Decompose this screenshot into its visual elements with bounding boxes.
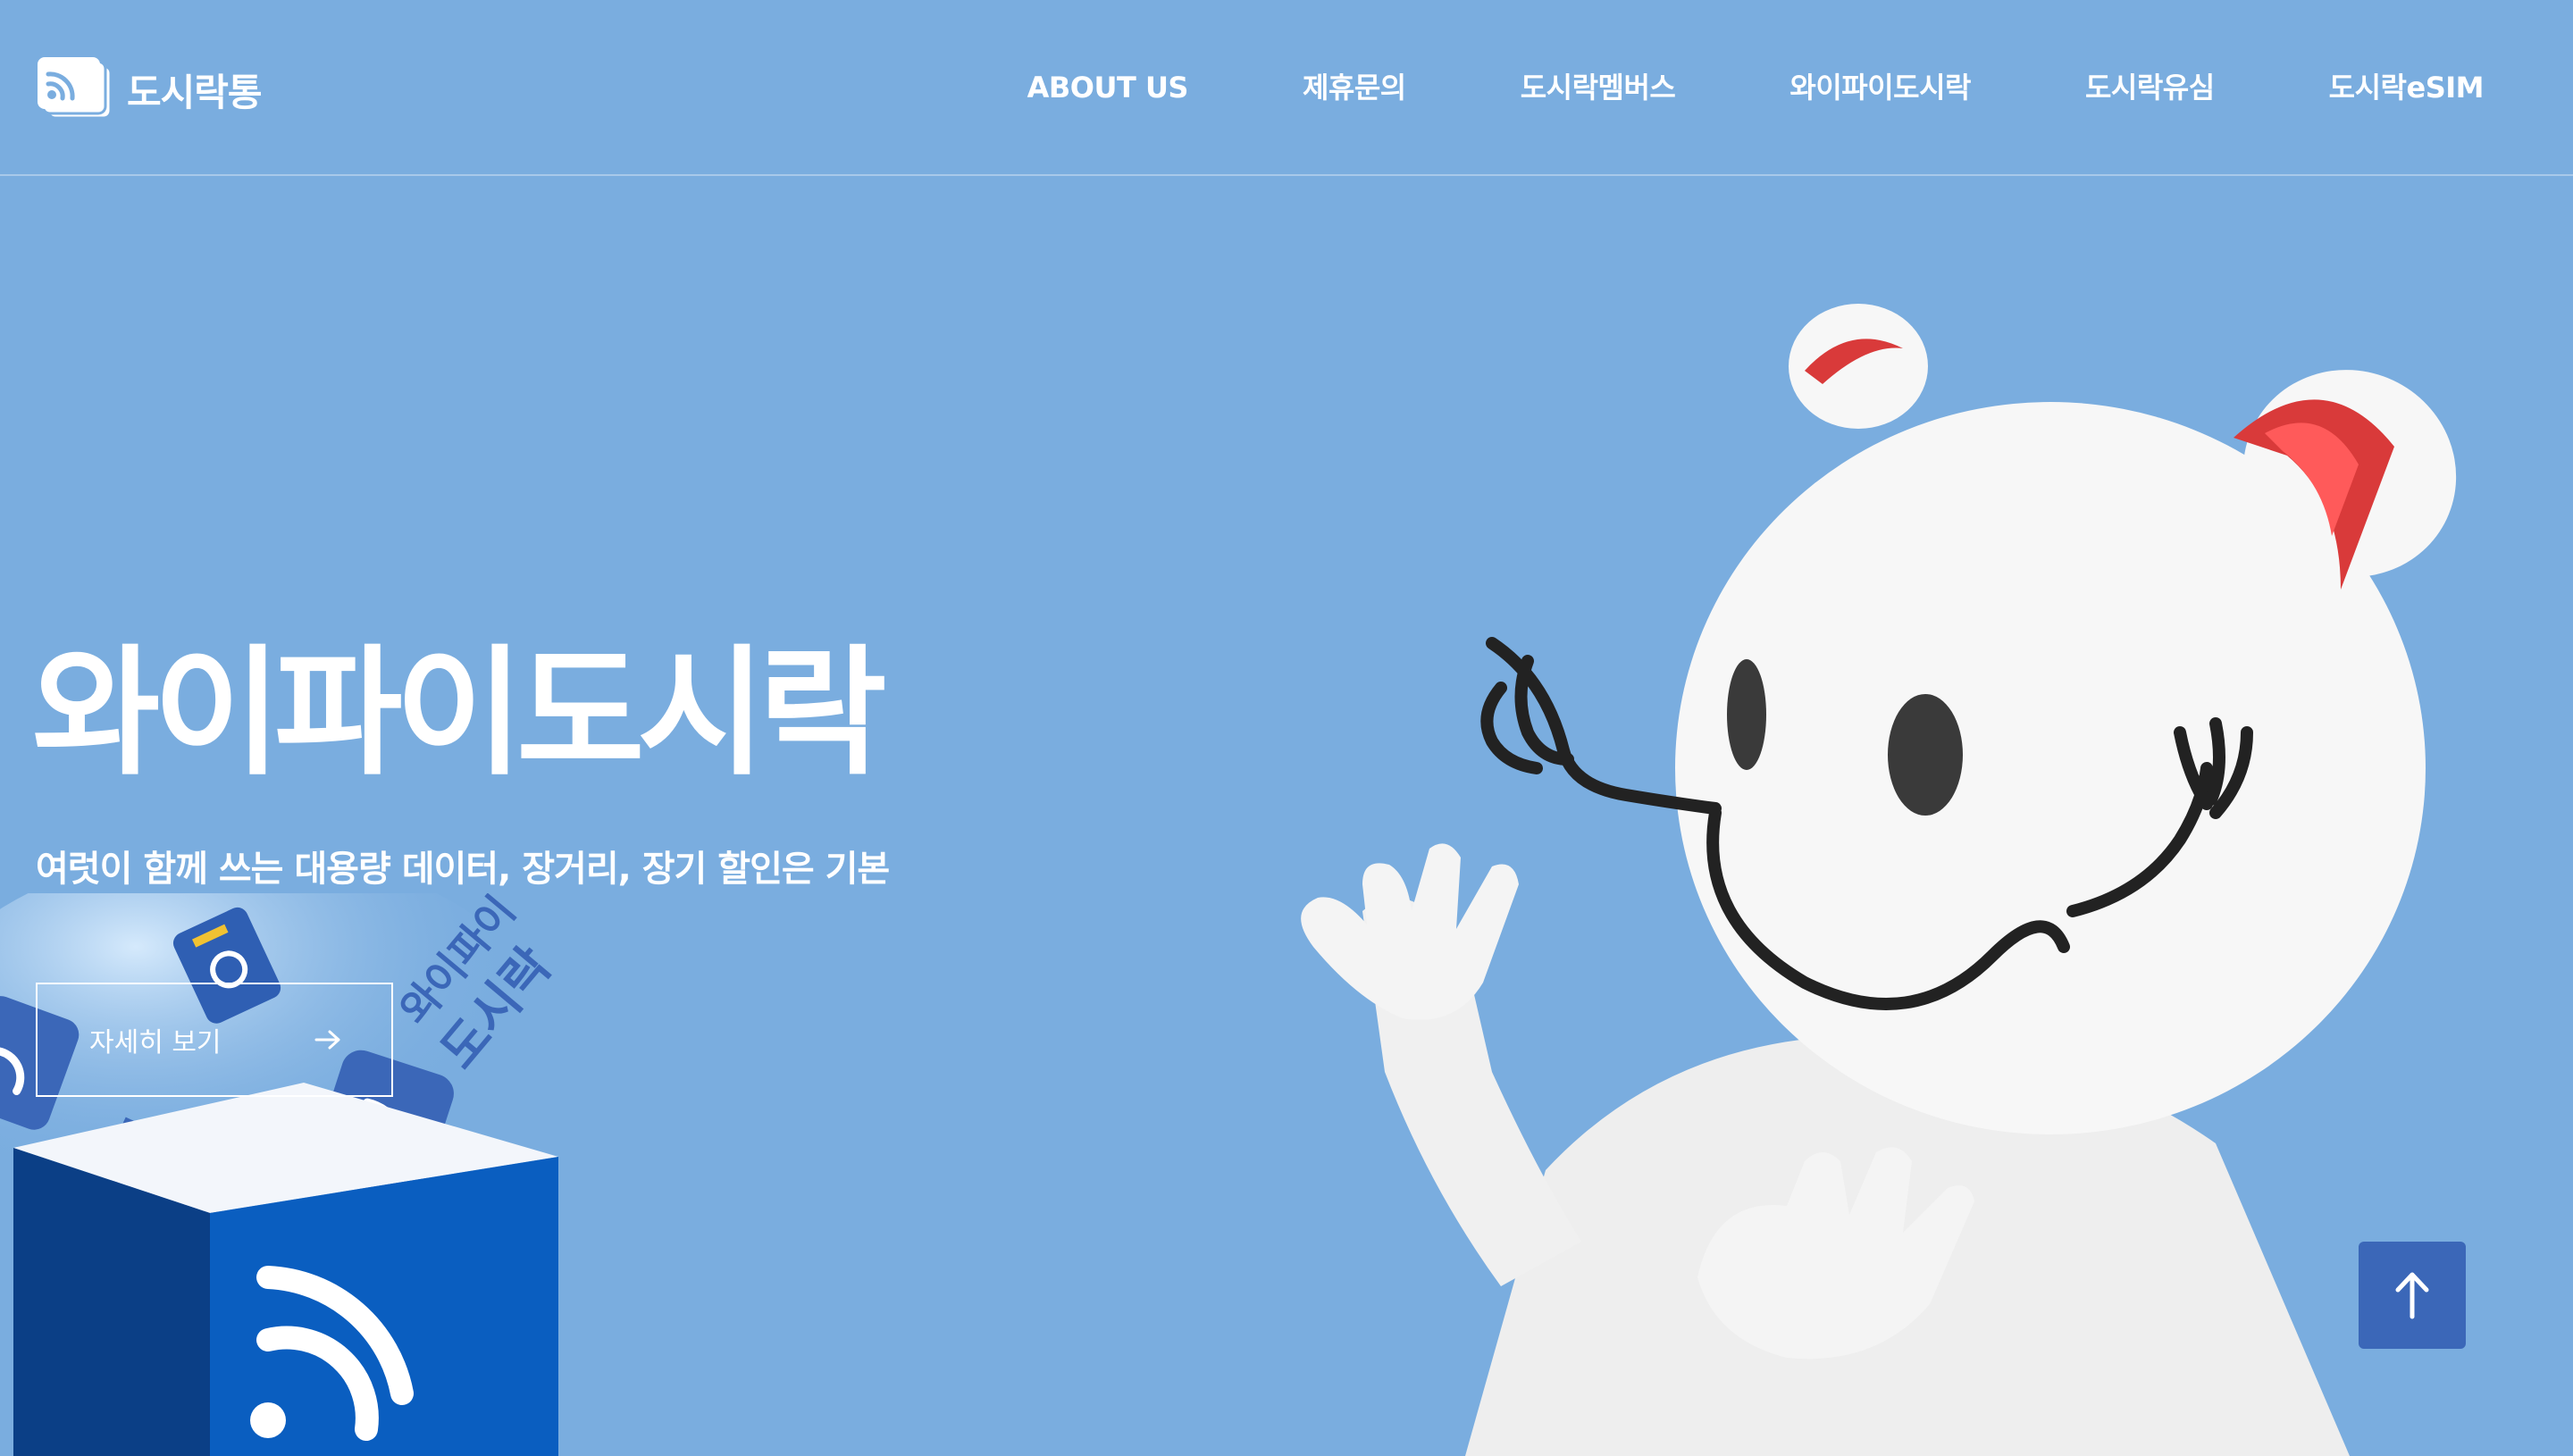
arrow-right-icon xyxy=(314,1030,340,1050)
nav-item-wifi-dosirak[interactable]: 와이파이도시락 xyxy=(1789,63,1971,113)
scroll-to-top-button[interactable] xyxy=(2359,1242,2466,1349)
hero-subtitle: 여럿이 함께 쓰는 대용량 데이터, 장거리, 장기 할인은 기본 xyxy=(36,849,890,890)
main-nav: ABOUT US 제휴문의 도시락멤버스 와이파이도시락 도시락유심 도시락eS… xyxy=(1027,63,2485,113)
page: 도시락통 ABOUT US 제휴문의 도시락멤버스 와이파이도시락 도시락유심 … xyxy=(0,0,2573,1456)
wifi-card-stack-icon xyxy=(38,57,113,120)
view-details-button[interactable]: 자세히 보기 xyxy=(36,983,393,1097)
arrow-up-icon xyxy=(2395,1272,2429,1319)
hero-title: 와이파이도시락 xyxy=(32,632,887,794)
nav-item-dosirak-members[interactable]: 도시락멤버스 xyxy=(1521,63,1676,113)
sim-box-illustration: 도시락 eSIM 와이파이 도시락 도시락 USIM xyxy=(0,893,563,1456)
brand-logo[interactable]: 도시락통 xyxy=(36,57,263,121)
nav-item-partnership[interactable]: 제휴문의 xyxy=(1303,63,1406,113)
nav-item-dosirak-usim[interactable]: 도시락유심 xyxy=(2085,63,2215,113)
site-header: 도시락통 ABOUT US 제휴문의 도시락멤버스 와이파이도시락 도시락유심 … xyxy=(0,0,2573,176)
brand-name: 도시락통 xyxy=(127,70,263,114)
nav-item-about-us[interactable]: ABOUT US xyxy=(1027,63,1189,113)
nav-item-dosirak-esim[interactable]: 도시락eSIM xyxy=(2329,63,2485,113)
view-details-label: 자세히 보기 xyxy=(89,1027,222,1059)
